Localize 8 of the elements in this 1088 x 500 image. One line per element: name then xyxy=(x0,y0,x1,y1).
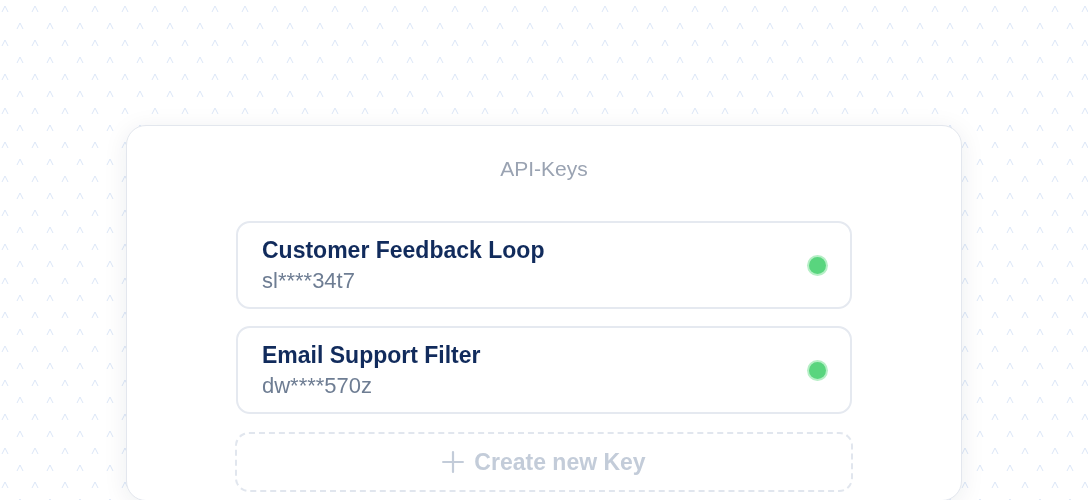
api-key-row[interactable]: Email Support Filter dw****570z xyxy=(236,326,852,414)
masked-key: sl****34t7 xyxy=(262,267,545,294)
panel-title: API-Keys xyxy=(500,157,588,181)
masked-key: dw****570z xyxy=(262,372,481,399)
api-key-row[interactable]: Customer Feedback Loop sl****34t7 xyxy=(236,221,852,309)
key-name: Customer Feedback Loop xyxy=(262,236,545,264)
key-name: Email Support Filter xyxy=(262,341,481,369)
plus-icon xyxy=(442,451,465,473)
